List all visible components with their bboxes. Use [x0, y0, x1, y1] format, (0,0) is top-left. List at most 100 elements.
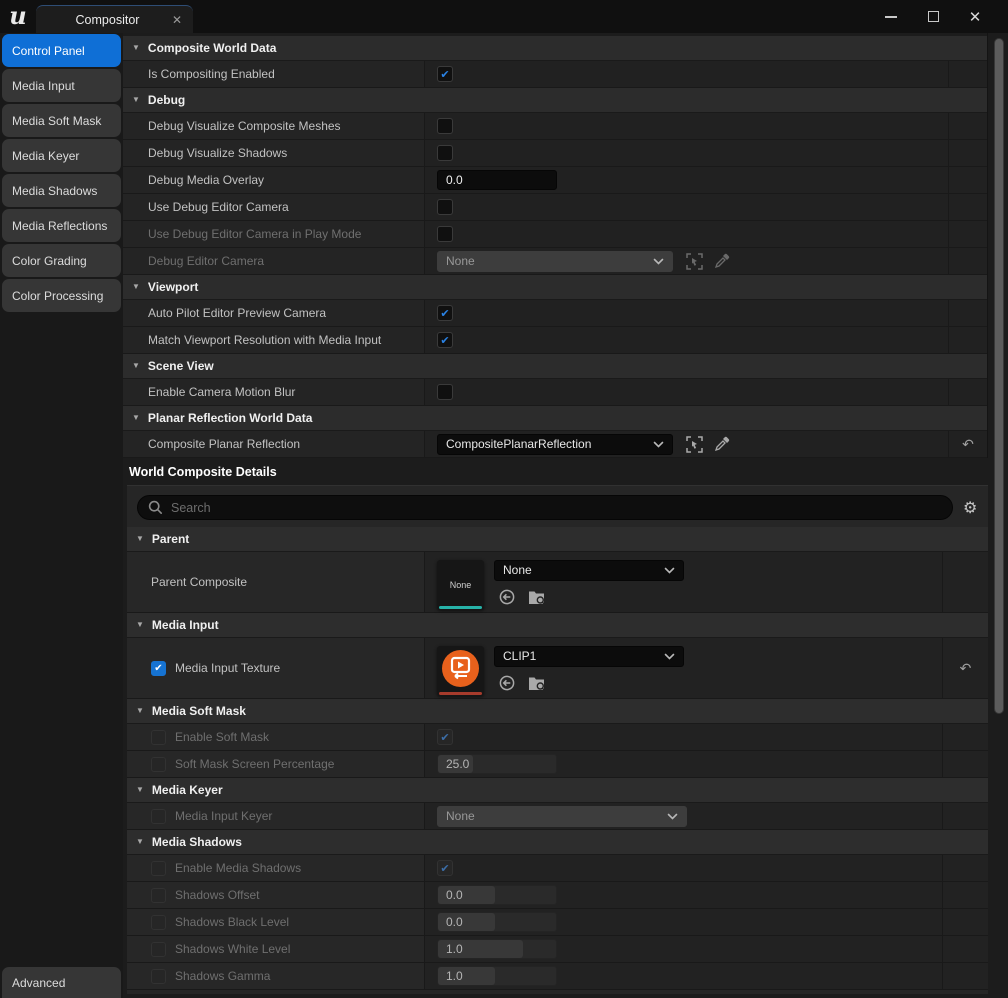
minimize-icon	[885, 16, 897, 18]
tab-compositor[interactable]: Compositor ✕	[36, 5, 193, 33]
property-row-debug-media-overlay: Debug Media Overlay0.0	[123, 167, 987, 194]
sidebar-item-advanced[interactable]: Advanced	[2, 967, 121, 998]
tab-close-icon[interactable]: ✕	[161, 13, 193, 27]
value-checkbox[interactable]: ✔	[437, 199, 453, 215]
asset-thumbnail[interactable]: None	[437, 560, 484, 610]
search-row: ⚙	[127, 486, 988, 527]
property-reset-cell	[949, 167, 987, 193]
value-checkbox[interactable]: ✔	[437, 332, 453, 348]
value-checkbox[interactable]: ✔	[437, 384, 453, 400]
section-header-label: Parent	[152, 532, 189, 546]
parent-composite-dropdown[interactable]: None	[494, 560, 684, 581]
section-header-media-shadows[interactable]: ▼Media Shadows	[127, 830, 988, 855]
section-header-media-keyer[interactable]: ▼Media Keyer	[127, 778, 988, 803]
section-header-scene-view[interactable]: ▼Scene View	[123, 354, 987, 379]
property-label-cell: Match Viewport Resolution with Media Inp…	[123, 327, 425, 353]
section-header-composite-world-data[interactable]: ▼Composite World Data	[123, 36, 987, 61]
world-composite-details-title: World Composite Details	[123, 458, 1008, 485]
sidebar-item-media-keyer[interactable]: Media Keyer	[2, 139, 121, 172]
minimize-button[interactable]	[870, 0, 912, 33]
value-checkbox[interactable]: ✔	[437, 305, 453, 321]
pick-actor-icon[interactable]	[683, 433, 705, 455]
edit-condition-checkbox[interactable]: ✔	[151, 969, 166, 984]
sidebar-item-control-panel[interactable]: Control Panel	[2, 34, 121, 67]
browse-icon[interactable]	[526, 672, 548, 694]
sidebar-item-color-processing[interactable]: Color Processing	[2, 279, 121, 312]
value-checkbox[interactable]: ✔	[437, 226, 453, 242]
edit-condition-checkbox[interactable]: ✔	[151, 730, 166, 745]
shadows-gamma-input[interactable]: 1.0	[437, 966, 557, 986]
property-reset-cell	[949, 221, 987, 247]
close-icon: ✕	[969, 8, 982, 26]
use-selected-icon[interactable]	[496, 586, 518, 608]
section-header-planar-reflection-world-data[interactable]: ▼Planar Reflection World Data	[123, 406, 987, 431]
edit-condition-checkbox[interactable]: ✔	[151, 757, 166, 772]
property-row-parent-composite: Parent CompositeNoneNone	[127, 552, 988, 613]
edit-condition-checkbox[interactable]: ✔	[151, 942, 166, 957]
section-header-media-input[interactable]: ▼Media Input	[127, 613, 988, 638]
debug-media-overlay-input[interactable]: 0.0	[437, 170, 557, 190]
maximize-button[interactable]	[912, 0, 954, 33]
property-value-cell: ✔	[425, 113, 949, 139]
property-reset-cell	[943, 751, 988, 777]
value-checkbox[interactable]: ✔	[437, 66, 453, 82]
value-checkbox[interactable]: ✔	[437, 118, 453, 134]
section-collapse-triangle-icon: ▼	[136, 707, 144, 715]
media-input-keyer-dropdown[interactable]: None	[437, 806, 687, 827]
vertical-scrollbar-thumb[interactable]	[994, 38, 1004, 714]
search-input[interactable]	[171, 501, 942, 515]
browse-icon[interactable]	[526, 586, 548, 608]
property-reset-cell	[943, 882, 988, 908]
edit-condition-checkbox[interactable]: ✔	[151, 888, 166, 903]
soft-mask-screen-percentage-input[interactable]: 25.0	[437, 754, 557, 774]
section-collapse-triangle-icon: ▼	[136, 621, 144, 629]
eyedropper-icon[interactable]	[711, 250, 733, 272]
sidebar-item-media-shadows[interactable]: Media Shadows	[2, 174, 121, 207]
property-value-cell: ✔	[425, 855, 943, 881]
sidebar-item-color-grading[interactable]: Color Grading	[2, 244, 121, 277]
eyedropper-icon[interactable]	[711, 433, 733, 455]
edit-condition-checkbox[interactable]: ✔	[151, 861, 166, 876]
section-header-viewport[interactable]: ▼Viewport	[123, 275, 987, 300]
shadows-black-level-input[interactable]: 0.0	[437, 912, 557, 932]
property-value-cell: ✔	[425, 140, 949, 166]
media-texture-icon	[440, 648, 481, 694]
sidebar-item-media-input[interactable]: Media Input	[2, 69, 121, 102]
property-label-cell: Is Compositing Enabled	[123, 61, 425, 87]
section-header-debug[interactable]: ▼Debug	[123, 88, 987, 113]
search-bar[interactable]	[137, 495, 953, 520]
section-header-label: Composite World Data	[148, 41, 276, 55]
property-row-auto-pilot-editor-preview-camera: Auto Pilot Editor Preview Camera✔	[123, 300, 987, 327]
shadows-offset-input[interactable]: 0.0	[437, 885, 557, 905]
media-input-texture-dropdown[interactable]: CLIP1	[494, 646, 684, 667]
reset-to-default-icon[interactable]: ↶	[962, 437, 974, 451]
composite-planar-reflection-dropdown[interactable]: CompositePlanarReflection	[437, 434, 673, 455]
sidebar-item-media-soft-mask[interactable]: Media Soft Mask	[2, 104, 121, 137]
property-row-shadows-black-level: ✔Shadows Black Level0.0	[127, 909, 988, 936]
edit-condition-checkbox[interactable]: ✔	[151, 809, 166, 824]
number-value: 1.0	[446, 942, 463, 956]
section-header-media-soft-mask[interactable]: ▼Media Soft Mask	[127, 699, 988, 724]
shadows-white-level-input[interactable]: 1.0	[437, 939, 557, 959]
control-panel-properties: ▼Composite World DataIs Compositing Enab…	[123, 33, 988, 458]
section-header-parent[interactable]: ▼Parent	[127, 527, 988, 552]
property-label: Enable Soft Mask	[175, 730, 269, 744]
sidebar-item-label: Media Input	[12, 79, 75, 93]
close-button[interactable]: ✕	[954, 0, 996, 33]
window-controls: ✕	[870, 0, 996, 33]
property-label-cell: ✔Shadows Gamma	[127, 963, 425, 989]
edit-condition-checkbox[interactable]: ✔	[151, 661, 166, 676]
sidebar-item-media-reflections[interactable]: Media Reflections	[2, 209, 121, 242]
value-checkbox[interactable]: ✔	[437, 860, 453, 876]
value-checkbox[interactable]: ✔	[437, 729, 453, 745]
settings-gear-icon[interactable]: ⚙	[963, 498, 977, 518]
reset-to-default-icon[interactable]: ↶	[960, 661, 972, 675]
property-label-cell: ✔ Enable Soft Mask	[127, 724, 425, 750]
use-selected-icon[interactable]	[496, 672, 518, 694]
value-checkbox[interactable]: ✔	[437, 145, 453, 161]
edit-condition-checkbox[interactable]: ✔	[151, 915, 166, 930]
asset-thumbnail[interactable]	[437, 646, 484, 696]
pick-actor-icon[interactable]	[683, 250, 705, 272]
property-value-cell: CLIP1	[425, 638, 943, 698]
debug-editor-camera-dropdown[interactable]: None	[437, 251, 673, 272]
